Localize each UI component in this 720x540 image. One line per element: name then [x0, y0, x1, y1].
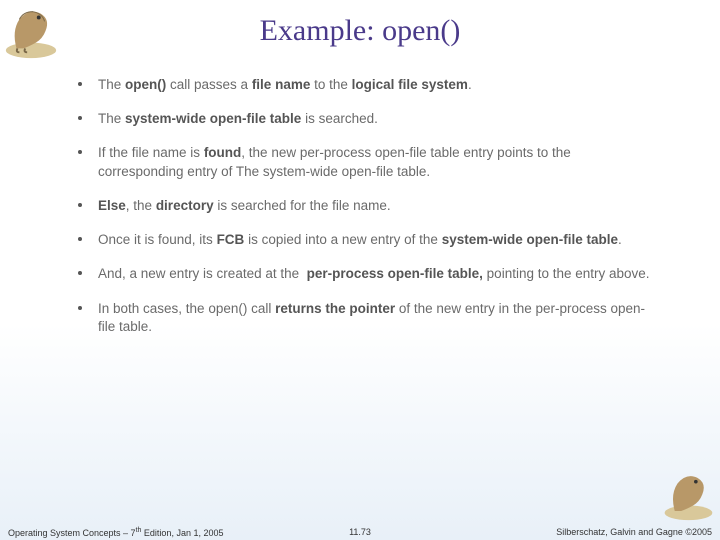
bullet-dot-icon	[78, 150, 82, 154]
slide-footer: Operating System Concepts – 7th Edition,…	[0, 524, 720, 540]
bullet-dot-icon	[78, 203, 82, 207]
slide-content: The open() call passes a file name to th…	[0, 48, 720, 336]
footer-left: Operating System Concepts – 7th Edition,…	[8, 527, 223, 538]
bullet-item: And, a new entry is created at the per-p…	[78, 265, 660, 283]
dinosaur-logo-bottom	[661, 467, 716, 522]
bullet-item: Once it is found, its FCB is copied into…	[78, 231, 660, 249]
bullet-dot-icon	[78, 271, 82, 275]
bullet-text: The open() call passes a file name to th…	[98, 76, 472, 94]
bullet-text: Once it is found, its FCB is copied into…	[98, 231, 622, 249]
bullet-item: Else, the directory is searched for the …	[78, 197, 660, 215]
bullet-dot-icon	[78, 237, 82, 241]
bullet-item: In both cases, the open() call returns t…	[78, 300, 660, 336]
bullet-text: Else, the directory is searched for the …	[98, 197, 391, 215]
bullet-text: The system-wide open-file table is searc…	[98, 110, 378, 128]
slide-title: Example: open()	[0, 0, 720, 48]
dinosaur-logo-top	[2, 2, 60, 60]
bullet-item: If the file name is found, the new per-p…	[78, 144, 660, 180]
bullet-dot-icon	[78, 306, 82, 310]
bullet-text: In both cases, the open() call returns t…	[98, 300, 660, 336]
bullet-dot-icon	[78, 116, 82, 120]
footer-page-number: 11.73	[349, 527, 371, 537]
bullet-text: If the file name is found, the new per-p…	[98, 144, 660, 180]
bullet-item: The open() call passes a file name to th…	[78, 76, 660, 94]
bullet-item: The system-wide open-file table is searc…	[78, 110, 660, 128]
bullet-text: And, a new entry is created at the per-p…	[98, 265, 650, 283]
footer-right: Silberschatz, Galvin and Gagne ©2005	[556, 527, 712, 537]
bullet-dot-icon	[78, 82, 82, 86]
